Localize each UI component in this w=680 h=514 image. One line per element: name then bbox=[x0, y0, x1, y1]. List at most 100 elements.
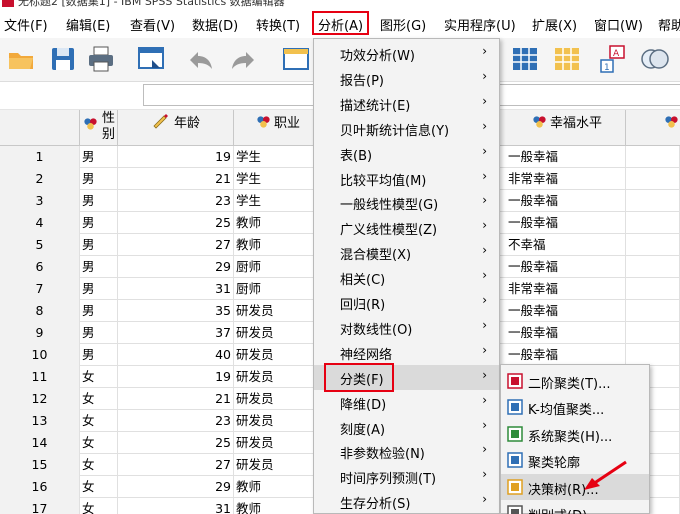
row-number[interactable]: 11 bbox=[0, 366, 80, 388]
cell-age[interactable]: 21 bbox=[118, 388, 234, 410]
menu-item[interactable]: 非参数检验(N) › bbox=[314, 439, 499, 464]
menu-item[interactable]: 生存分析(S) › bbox=[314, 489, 499, 514]
cell-age[interactable]: 23 bbox=[118, 410, 234, 432]
cell-job[interactable]: 研发员 bbox=[234, 388, 314, 410]
cell-age[interactable]: 21 bbox=[118, 168, 234, 190]
cell-empty[interactable] bbox=[626, 190, 680, 212]
row-number[interactable]: 16 bbox=[0, 476, 80, 498]
cell-empty[interactable] bbox=[626, 322, 680, 344]
row-number[interactable]: 10 bbox=[0, 344, 80, 366]
row-number[interactable]: 4 bbox=[0, 212, 80, 234]
cell-sex[interactable]: 女 bbox=[80, 388, 118, 410]
use-sets-icon[interactable] bbox=[640, 44, 670, 74]
cell-age[interactable]: 35 bbox=[118, 300, 234, 322]
menu-item[interactable]: 一般线性模型(G) › bbox=[314, 190, 499, 215]
undo-icon[interactable] bbox=[186, 44, 216, 74]
row-number[interactable]: 17 bbox=[0, 498, 80, 514]
cell-job[interactable]: 学生 bbox=[234, 146, 314, 168]
cell-empty[interactable] bbox=[626, 300, 680, 322]
cell-happiness[interactable]: 一般幸福 bbox=[506, 300, 626, 322]
menu-help[interactable]: 帮助 bbox=[658, 15, 680, 34]
recall-dialog-icon[interactable] bbox=[136, 44, 166, 74]
menu-data[interactable]: 数据(D) bbox=[192, 15, 238, 34]
row-number[interactable]: 3 bbox=[0, 190, 80, 212]
cell-age[interactable]: 19 bbox=[118, 146, 234, 168]
cell-job[interactable]: 研发员 bbox=[234, 454, 314, 476]
cell-sex[interactable]: 女 bbox=[80, 366, 118, 388]
row-number[interactable]: 5 bbox=[0, 234, 80, 256]
cell-age[interactable]: 27 bbox=[118, 234, 234, 256]
cell-age[interactable]: 40 bbox=[118, 344, 234, 366]
menu-extensions[interactable]: 扩展(X) bbox=[532, 15, 577, 34]
cell-sex[interactable]: 男 bbox=[80, 322, 118, 344]
cell-sex[interactable]: 男 bbox=[80, 190, 118, 212]
menu-item[interactable]: 对数线性(O) › bbox=[314, 315, 499, 340]
cell-sex[interactable]: 男 bbox=[80, 234, 118, 256]
cell-job[interactable]: 厨师 bbox=[234, 278, 314, 300]
cell-job[interactable]: 研发员 bbox=[234, 300, 314, 322]
column-header-next[interactable] bbox=[626, 110, 680, 146]
menu-item[interactable]: 混合模型(X) › bbox=[314, 240, 499, 265]
menu-transform[interactable]: 转换(T) bbox=[256, 15, 300, 34]
cell-age[interactable]: 31 bbox=[118, 498, 234, 514]
variables-grid-icon[interactable] bbox=[510, 44, 540, 74]
row-number[interactable]: 1 bbox=[0, 146, 80, 168]
goto-case-icon[interactable] bbox=[280, 44, 312, 74]
cell-happiness[interactable]: 非常幸福 bbox=[506, 278, 626, 300]
menu-item[interactable]: 刻度(A) › bbox=[314, 415, 499, 440]
cell-happiness[interactable]: 一般幸福 bbox=[506, 212, 626, 234]
submenu-item[interactable]: 二阶聚类(T)... bbox=[501, 368, 649, 394]
menu-analyze[interactable]: 分析(A) bbox=[312, 11, 370, 35]
cell-sex[interactable]: 女 bbox=[80, 454, 118, 476]
cell-sex[interactable]: 男 bbox=[80, 256, 118, 278]
cell-sex[interactable]: 男 bbox=[80, 212, 118, 234]
cell-age[interactable]: 29 bbox=[118, 256, 234, 278]
row-number[interactable]: 14 bbox=[0, 432, 80, 454]
cell-age[interactable]: 29 bbox=[118, 476, 234, 498]
cell-sex[interactable]: 女 bbox=[80, 476, 118, 498]
cell-sex[interactable]: 男 bbox=[80, 168, 118, 190]
menu-item[interactable]: 神经网络 › bbox=[314, 340, 499, 365]
cell-age[interactable]: 31 bbox=[118, 278, 234, 300]
column-header-sex[interactable]: 性别 bbox=[80, 110, 118, 146]
cell-age[interactable]: 25 bbox=[118, 432, 234, 454]
row-number[interactable]: 2 bbox=[0, 168, 80, 190]
cell-job[interactable]: 学生 bbox=[234, 168, 314, 190]
cell-empty[interactable] bbox=[626, 212, 680, 234]
menu-item[interactable]: 表(B) › bbox=[314, 141, 499, 166]
menu-item[interactable]: 报告(P) › bbox=[314, 66, 499, 91]
row-number[interactable]: 6 bbox=[0, 256, 80, 278]
row-number[interactable]: 9 bbox=[0, 322, 80, 344]
redo-icon[interactable] bbox=[228, 44, 258, 74]
submenu-item[interactable]: 判别式(D)... bbox=[501, 500, 649, 514]
open-folder-icon[interactable] bbox=[6, 44, 36, 74]
submenu-item[interactable]: 系统聚类(H)... bbox=[501, 421, 649, 447]
menu-item[interactable]: 分类(F) › bbox=[314, 362, 499, 392]
menu-item[interactable]: 回归(R) › bbox=[314, 290, 499, 315]
cell-empty[interactable] bbox=[626, 278, 680, 300]
cell-empty[interactable] bbox=[626, 234, 680, 256]
cell-sex[interactable]: 男 bbox=[80, 300, 118, 322]
row-number[interactable]: 7 bbox=[0, 278, 80, 300]
menu-item[interactable]: 广义线性模型(Z) › bbox=[314, 215, 499, 240]
cell-job[interactable]: 研发员 bbox=[234, 432, 314, 454]
column-header-age[interactable]: 年龄 bbox=[118, 110, 234, 146]
cell-happiness[interactable]: 非常幸福 bbox=[506, 168, 626, 190]
cell-sex[interactable]: 男 bbox=[80, 146, 118, 168]
cell-empty[interactable] bbox=[626, 256, 680, 278]
cell-job[interactable]: 研发员 bbox=[234, 322, 314, 344]
cell-sex[interactable]: 女 bbox=[80, 432, 118, 454]
row-number[interactable]: 13 bbox=[0, 410, 80, 432]
submenu-item[interactable]: K-均值聚类... bbox=[501, 394, 649, 420]
menu-item[interactable]: 比较平均值(M) › bbox=[314, 166, 499, 191]
row-number[interactable]: 15 bbox=[0, 454, 80, 476]
cell-job[interactable]: 研发员 bbox=[234, 366, 314, 388]
cell-job[interactable]: 研发员 bbox=[234, 410, 314, 432]
cell-age[interactable]: 27 bbox=[118, 454, 234, 476]
cell-happiness[interactable]: 一般幸福 bbox=[506, 322, 626, 344]
menu-file[interactable]: 文件(F) bbox=[4, 15, 48, 34]
cell-sex[interactable]: 女 bbox=[80, 410, 118, 432]
menu-item[interactable]: 功效分析(W) › bbox=[314, 41, 499, 66]
cell-happiness[interactable]: 一般幸福 bbox=[506, 256, 626, 278]
menu-item[interactable]: 描述统计(E) › bbox=[314, 91, 499, 116]
